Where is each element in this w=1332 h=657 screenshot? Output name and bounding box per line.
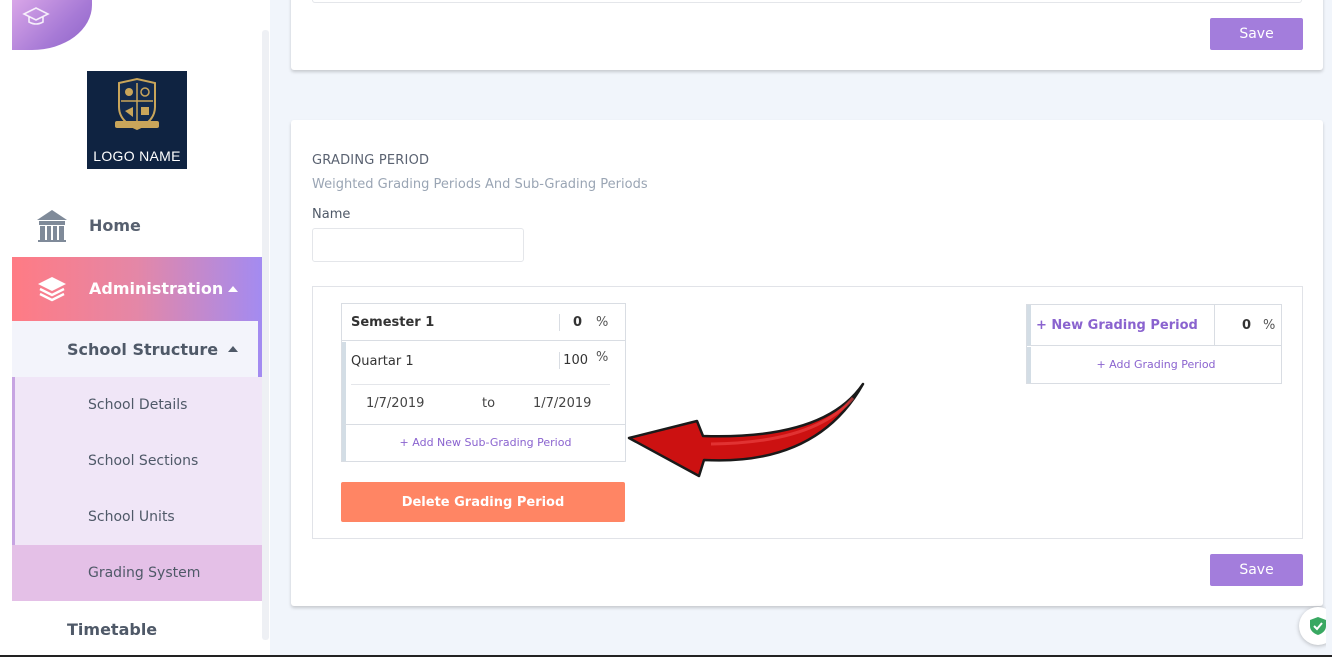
grading-period-title: GRADING PERIOD [312,153,430,168]
school-building-icon [37,210,67,242]
logo-name-text: LOGO NAME [93,148,181,164]
semester-block: Semester 1 0 % Quartar 1 100 % 1/7/2019 … [341,303,626,462]
sidebar-item-administration-label: Administration [89,279,224,298]
save-button-top[interactable]: Save [1210,18,1303,50]
sidebar-item-grading-system-label: Grading System [88,565,201,581]
sidebar-item-grading-system[interactable]: Grading System [12,545,262,601]
previous-field-input[interactable] [312,0,1302,3]
sidebar-scrollbar[interactable] [262,30,269,640]
sidebar-item-school-units[interactable]: School Units [88,509,175,525]
grading-period-card: GRADING PERIOD Weighted Grading Periods … [291,120,1323,606]
sidebar-item-timetable[interactable]: Timetable [12,606,262,640]
sidebar: LOGO NAME Home Administration School Str… [0,0,270,657]
delete-grading-period-button[interactable]: Delete Grading Period [341,482,625,522]
quarter-weight-input[interactable]: 100 [562,353,588,368]
semester-name[interactable]: Semester 1 [351,315,434,330]
divider [559,314,560,331]
new-grading-period-header: + New Grading Period 0 % [1027,305,1281,346]
save-button[interactable]: Save [1210,554,1303,586]
end-date-input[interactable]: 1/7/2019 [533,396,591,411]
sidebar-item-home-label: Home [89,216,141,235]
add-sub-grading-period-button[interactable]: + Add New Sub-Grading Period [342,424,625,461]
sidebar-item-administration[interactable]: Administration [12,257,262,321]
divider [559,352,560,369]
new-grading-weight-input[interactable]: 0 [1227,318,1251,333]
school-structure-submenu: School Details School Sections School Un… [12,377,262,545]
divider [1214,305,1215,345]
name-input[interactable] [312,228,524,262]
sub-grading-period-row: Quartar 1 100 % 1/7/2019 to 1/7/2019 + A… [342,342,625,461]
school-logo: LOGO NAME [87,71,187,169]
new-grading-period-link[interactable]: + New Grading Period [1036,318,1198,333]
layers-icon [38,277,66,302]
quarter-name[interactable]: Quartar 1 [351,354,414,369]
new-grading-period-block: + New Grading Period 0 % + Add Grading P… [1026,304,1282,384]
corner-badge [12,0,92,50]
divider [351,384,610,385]
caret-up-icon [228,346,238,352]
sidebar-item-home[interactable]: Home [12,200,262,252]
sidebar-item-school-sections[interactable]: School Sections [88,453,198,469]
red-arrow-icon [627,382,865,478]
name-label: Name [312,207,351,222]
percent-sign: % [596,350,609,365]
caret-up-icon [228,286,238,292]
date-range-to-label: to [482,396,496,411]
sidebar-item-school-structure[interactable]: School Structure [12,321,262,377]
graduation-cap-icon [22,7,50,25]
school-crest-icon [115,77,159,131]
start-date-input[interactable]: 1/7/2019 [366,396,424,411]
semester-weight-input[interactable]: 0 [568,315,582,330]
previous-settings-card: Save [291,0,1323,70]
sidebar-item-school-structure-label: School Structure [67,340,219,359]
shield-check-icon [1310,617,1326,635]
add-grading-period-button[interactable]: + Add Grading Period [1027,347,1281,383]
grading-period-subtitle: Weighted Grading Periods And Sub-Grading… [312,177,648,192]
semester-header: Semester 1 0 % [342,304,625,341]
percent-sign: % [596,315,609,330]
percent-sign: % [1263,318,1276,333]
sidebar-item-school-details[interactable]: School Details [88,397,187,413]
page-scrollbar[interactable] [1326,0,1332,657]
sidebar-panel: LOGO NAME Home Administration School Str… [12,0,262,640]
sidebar-item-timetable-label: Timetable [67,620,158,639]
